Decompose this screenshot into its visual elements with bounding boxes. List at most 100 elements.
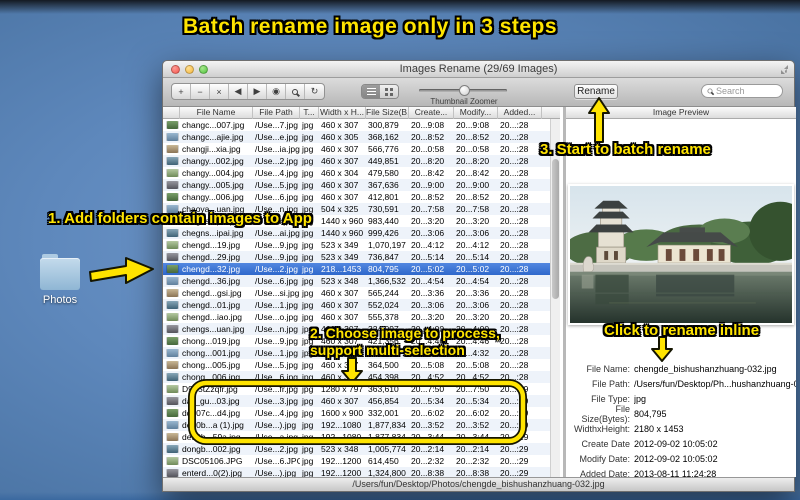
table-row[interactable]: dongb...002.jpg/Use...2.jpg jpg 523 x 348 1… [163, 443, 550, 455]
remove-button[interactable]: − [191, 84, 210, 99]
column-header[interactable]: File Name [180, 107, 253, 119]
cell-path: /Use...si.jpg [255, 288, 300, 298]
info-field-value[interactable]: 2012-09-02 10:05:02 [634, 454, 718, 464]
cell-name: chengd...01.jpg [182, 300, 241, 310]
cell-dims: 460 x 307 [321, 156, 359, 166]
cell-modify: 20...7:58 [456, 204, 490, 214]
search-button[interactable] [286, 84, 305, 99]
cell-create: 20...2:32 [411, 456, 445, 466]
cell-create: 20...9:08 [411, 120, 445, 130]
thumbnail-zoomer-slider[interactable] [419, 85, 507, 96]
file-table: changc...007.jpg/Use...7.jpg jpg 460 x 307… [163, 119, 550, 479]
table-row[interactable]: changc...ajie.jpg/Use...e.jpg jpg 460 x 30… [163, 131, 550, 143]
table-row[interactable]: dali_gu...03.jpg/Use...3.jpg jpg 460 x 307… [163, 395, 550, 407]
table-row[interactable]: changy...004.jpg/Use...4.jpg jpg 460 x 304… [163, 167, 550, 179]
cell-added: 20...:29 [500, 420, 529, 430]
table-row[interactable]: chong...005.jpg/Use...5.jpg jpg 460 x 307 3… [163, 359, 550, 371]
info-field-value[interactable]: 2012-09-02 10:05:02 [634, 439, 718, 449]
column-header-thumb[interactable] [163, 107, 180, 119]
list-view-button[interactable] [362, 85, 380, 98]
scrollbar-thumb[interactable] [552, 159, 559, 299]
table-row[interactable]: changy...006.jpg/Use...6.jpg jpg 460 x 307… [163, 191, 550, 203]
minimize-button[interactable] [185, 65, 194, 74]
file-thumbnail-icon [167, 397, 178, 405]
resize-icon[interactable] [780, 65, 789, 74]
table-row[interactable]: D9T5tZzqfr.jpg/Use...fr.jpg jpg 1280 x 797… [163, 383, 550, 395]
cell-size: 364,500 [368, 360, 399, 370]
table-row[interactable]: chengd...19.jpg/Use...9.jpg jpg 523 x 349 1… [163, 239, 550, 251]
table-row[interactable]: chengd...32.jpg/Use...2.jpg jpg 218...1453… [163, 263, 550, 275]
vertical-scrollbar[interactable] [550, 119, 560, 477]
table-row[interactable]: changc...007.jpg/Use...7.jpg jpg 460 x 307… [163, 119, 550, 131]
cell-modify: 20...7:50 [456, 384, 490, 394]
title-bar[interactable]: Images Rename (29/69 Images) [163, 61, 794, 78]
column-header[interactable]: Width x H... [319, 107, 366, 119]
grid-view-button[interactable] [380, 85, 398, 98]
cell-path: /Use...ia.jpg [255, 144, 300, 154]
info-field-value[interactable]: /Users/fun/Desktop/Ph...hushanzhuang-032… [634, 379, 796, 389]
cell-create: 20...3:52 [411, 420, 445, 430]
cell-added: 20...:29 [500, 408, 529, 418]
next-button[interactable]: ▶ [248, 84, 267, 99]
table-row[interactable]: DSC05106.JPG/Use...6.JPG jpg 192...1200 614… [163, 455, 550, 467]
app-window: Images Rename (29/69 Images) + − × ◀ ▶ ◉ ↻ Thu… [162, 60, 800, 492]
column-header[interactable]: Modify... [454, 107, 498, 119]
cell-name: changy...004.jpg [182, 168, 244, 178]
cell-modify: 20...8:52 [456, 192, 490, 202]
info-field-value[interactable]: chengde_bishushanzhuang-032.jpg [634, 364, 777, 374]
cell-path: /Use...9.jpg [255, 240, 298, 250]
table-row[interactable]: changji...xia.jpg/Use...ia.jpg jpg 460 x 3… [163, 143, 550, 155]
file-thumbnail-icon [167, 409, 178, 417]
table-row[interactable]: chengd...01.jpg/Use...1.jpg jpg 460 x 307 5… [163, 299, 550, 311]
info-field-label: File Name: [586, 363, 630, 374]
annotation-banner: Batch rename image only in 3 steps [182, 15, 558, 38]
table-row[interactable]: chegns...ipai.jpg/Use...ai.jpg jpg 1440 x … [163, 227, 550, 239]
cell-size: 1,005,774 [368, 444, 406, 454]
table-row[interactable]: chengd...29.jpg/Use...9.jpg jpg 523 x 349 7… [163, 251, 550, 263]
photos-folder-icon[interactable] [40, 254, 80, 290]
preview-button[interactable]: ◉ [267, 84, 286, 99]
table-row[interactable]: de50b...59a.jpg/Use...a.jpg jpg 192...1080… [163, 431, 550, 443]
search-icon [707, 88, 713, 94]
table-row[interactable]: chong...006.jpg/Use...6.jpg jpg 460 x 307 4… [163, 371, 550, 383]
column-header[interactable]: File Size(B... [366, 107, 409, 119]
cell-added: 20...:28 [500, 264, 529, 274]
table-row[interactable]: dde07c...d4.jpg/Use...4.jpg jpg 1600 x 900… [163, 407, 550, 419]
table-row[interactable]: changy...005.jpg/Use...5.jpg jpg 460 x 307… [163, 179, 550, 191]
cell-size: 1,877,834 [368, 420, 406, 430]
column-header[interactable]: Added... [498, 107, 542, 119]
table-row[interactable]: chengd...iao.jpg/Use...o.jpg jpg 460 x 307… [163, 311, 550, 323]
toolbar: + − × ◀ ▶ ◉ ↻ Thumbnail Zoomer Rename Search [163, 78, 794, 107]
column-header[interactable]: Create... [409, 107, 454, 119]
cell-path: /Use...5.jpg [255, 180, 298, 190]
info-field-value[interactable]: 804,795 [634, 409, 667, 419]
file-thumbnail-icon [167, 181, 178, 189]
add-button[interactable]: + [172, 84, 191, 99]
file-thumbnail-icon [167, 421, 178, 429]
cell-path: /Use...1.jpg [255, 300, 298, 310]
table-row[interactable]: chengd...36.jpg/Use...6.jpg jpg 523 x 348 1… [163, 275, 550, 287]
cell-added: 20...:28 [500, 312, 529, 322]
table-row[interactable]: chengd...gsi.jpg/Use...si.jpg jpg 460 x 30… [163, 287, 550, 299]
slider-knob[interactable] [459, 85, 470, 96]
table-row[interactable]: changy...002.jpg/Use...2.jpg jpg 460 x 307… [163, 155, 550, 167]
file-thumbnail-icon [167, 361, 178, 369]
search-input[interactable]: Search [701, 84, 783, 98]
cell-dims: 460 x 307 [321, 300, 359, 310]
cell-path: /Use...o.jpg [255, 312, 298, 322]
close-button[interactable] [171, 65, 180, 74]
delete-button[interactable]: × [210, 84, 229, 99]
rename-button[interactable]: Rename [574, 84, 618, 99]
cell-name: chong...005.jpg [182, 360, 241, 370]
info-field-value[interactable]: 2180 x 1453 [634, 424, 684, 434]
column-header[interactable]: T... [300, 107, 319, 119]
cell-added: 20...:28 [500, 372, 529, 382]
table-row[interactable]: de50b...a (1).jpg/Use...).jpg jpg 192...10… [163, 419, 550, 431]
zoom-button[interactable] [199, 65, 208, 74]
cell-path: /Use...9.jpg [255, 252, 298, 262]
info-field-value[interactable]: jpg [634, 394, 646, 404]
cell-dims: 460 x 307 [321, 396, 359, 406]
refresh-button[interactable]: ↻ [305, 84, 324, 99]
prev-button[interactable]: ◀ [229, 84, 248, 99]
column-header[interactable]: File Path [253, 107, 300, 119]
